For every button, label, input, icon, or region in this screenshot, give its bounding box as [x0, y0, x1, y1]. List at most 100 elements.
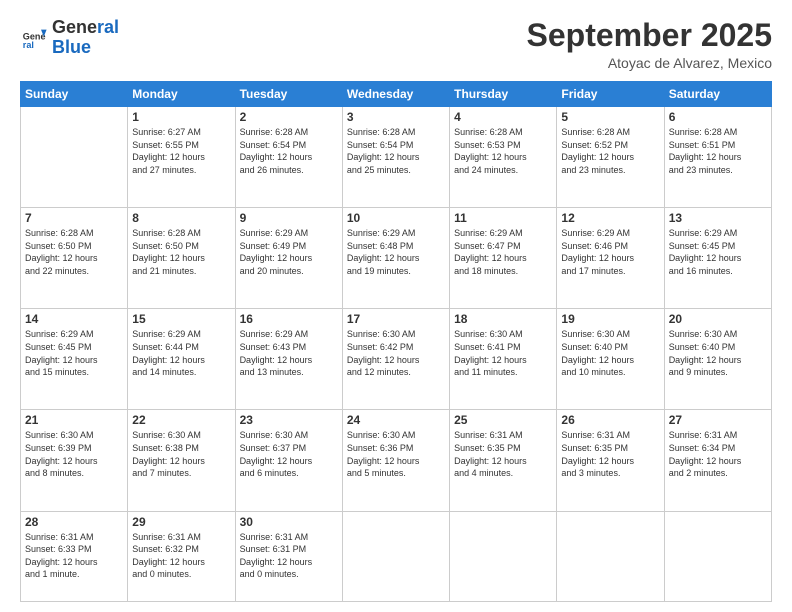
calendar-cell: 30 Sunrise: 6:31 AM Sunset: 6:31 PM Dayli…	[235, 511, 342, 602]
day-info: Sunrise: 6:31 AM Sunset: 6:34 PM Dayligh…	[669, 429, 767, 479]
day-info: Sunrise: 6:28 AM Sunset: 6:52 PM Dayligh…	[561, 126, 659, 176]
day-number: 20	[669, 312, 767, 326]
calendar-cell: 22 Sunrise: 6:30 AM Sunset: 6:38 PM Dayli…	[128, 410, 235, 511]
week-row-2: 7 Sunrise: 6:28 AM Sunset: 6:50 PM Daylig…	[21, 208, 772, 309]
calendar-cell: 7 Sunrise: 6:28 AM Sunset: 6:50 PM Daylig…	[21, 208, 128, 309]
calendar-cell: 20 Sunrise: 6:30 AM Sunset: 6:40 PM Dayli…	[664, 309, 771, 410]
day-info: Sunrise: 6:28 AM Sunset: 6:54 PM Dayligh…	[240, 126, 338, 176]
day-number: 8	[132, 211, 230, 225]
day-info: Sunrise: 6:30 AM Sunset: 6:40 PM Dayligh…	[669, 328, 767, 378]
day-info: Sunrise: 6:29 AM Sunset: 6:45 PM Dayligh…	[25, 328, 123, 378]
weekday-header-row: SundayMondayTuesdayWednesdayThursdayFrid…	[21, 82, 772, 107]
day-number: 4	[454, 110, 552, 124]
day-number: 29	[132, 515, 230, 529]
month-title: September 2025	[527, 18, 772, 53]
week-row-1: 1Sunrise: 6:27 AM Sunset: 6:55 PM Daylig…	[21, 107, 772, 208]
day-number: 12	[561, 211, 659, 225]
calendar-cell: 14 Sunrise: 6:29 AM Sunset: 6:45 PM Dayli…	[21, 309, 128, 410]
calendar-cell: 8 Sunrise: 6:28 AM Sunset: 6:50 PM Daylig…	[128, 208, 235, 309]
day-number: 7	[25, 211, 123, 225]
day-info: Sunrise: 6:28 AM Sunset: 6:54 PM Dayligh…	[347, 126, 445, 176]
day-number: 5	[561, 110, 659, 124]
calendar-cell: 2 Sunrise: 6:28 AM Sunset: 6:54 PM Daylig…	[235, 107, 342, 208]
calendar-cell: 12 Sunrise: 6:29 AM Sunset: 6:46 PM Dayli…	[557, 208, 664, 309]
day-number: 2	[240, 110, 338, 124]
day-info: Sunrise: 6:31 AM Sunset: 6:33 PM Dayligh…	[25, 531, 123, 581]
day-number: 24	[347, 413, 445, 427]
weekday-header-friday: Friday	[557, 82, 664, 107]
day-number: 25	[454, 413, 552, 427]
calendar-cell: 25 Sunrise: 6:31 AM Sunset: 6:35 PM Dayli…	[450, 410, 557, 511]
weekday-header-wednesday: Wednesday	[342, 82, 449, 107]
calendar-cell: 29 Sunrise: 6:31 AM Sunset: 6:32 PM Dayli…	[128, 511, 235, 602]
title-block: September 2025 Atoyac de Alvarez, Mexico	[527, 18, 772, 71]
day-info: Sunrise: 6:29 AM Sunset: 6:45 PM Dayligh…	[669, 227, 767, 277]
calendar-cell: 26Sunrise: 6:31 AM Sunset: 6:35 PM Dayli…	[557, 410, 664, 511]
day-info: Sunrise: 6:30 AM Sunset: 6:41 PM Dayligh…	[454, 328, 552, 378]
day-number: 10	[347, 211, 445, 225]
calendar-cell	[557, 511, 664, 602]
logo-icon: Gene ral	[20, 24, 48, 52]
day-info: Sunrise: 6:31 AM Sunset: 6:32 PM Dayligh…	[132, 531, 230, 581]
day-info: Sunrise: 6:29 AM Sunset: 6:47 PM Dayligh…	[454, 227, 552, 277]
day-info: Sunrise: 6:31 AM Sunset: 6:31 PM Dayligh…	[240, 531, 338, 581]
day-info: Sunrise: 6:30 AM Sunset: 6:42 PM Dayligh…	[347, 328, 445, 378]
day-info: Sunrise: 6:30 AM Sunset: 6:38 PM Dayligh…	[132, 429, 230, 479]
day-info: Sunrise: 6:29 AM Sunset: 6:49 PM Dayligh…	[240, 227, 338, 277]
day-number: 16	[240, 312, 338, 326]
calendar-cell: 19 Sunrise: 6:30 AM Sunset: 6:40 PM Dayli…	[557, 309, 664, 410]
day-info: Sunrise: 6:28 AM Sunset: 6:53 PM Dayligh…	[454, 126, 552, 176]
calendar-cell: 28 Sunrise: 6:31 AM Sunset: 6:33 PM Dayli…	[21, 511, 128, 602]
day-info: Sunrise: 6:28 AM Sunset: 6:51 PM Dayligh…	[669, 126, 767, 176]
calendar-cell	[21, 107, 128, 208]
location: Atoyac de Alvarez, Mexico	[527, 55, 772, 71]
day-info: Sunrise: 6:28 AM Sunset: 6:50 PM Dayligh…	[132, 227, 230, 277]
day-number: 17	[347, 312, 445, 326]
calendar-cell: 21Sunrise: 6:30 AM Sunset: 6:39 PM Dayli…	[21, 410, 128, 511]
calendar: SundayMondayTuesdayWednesdayThursdayFrid…	[20, 81, 772, 602]
calendar-cell: 18 Sunrise: 6:30 AM Sunset: 6:41 PM Dayli…	[450, 309, 557, 410]
week-row-5: 28 Sunrise: 6:31 AM Sunset: 6:33 PM Dayli…	[21, 511, 772, 602]
day-number: 3	[347, 110, 445, 124]
calendar-cell: 15Sunrise: 6:29 AM Sunset: 6:44 PM Dayli…	[128, 309, 235, 410]
calendar-cell: 1Sunrise: 6:27 AM Sunset: 6:55 PM Daylig…	[128, 107, 235, 208]
day-info: Sunrise: 6:28 AM Sunset: 6:50 PM Dayligh…	[25, 227, 123, 277]
week-row-4: 21Sunrise: 6:30 AM Sunset: 6:39 PM Dayli…	[21, 410, 772, 511]
calendar-cell	[664, 511, 771, 602]
calendar-cell: 27Sunrise: 6:31 AM Sunset: 6:34 PM Dayli…	[664, 410, 771, 511]
week-row-3: 14 Sunrise: 6:29 AM Sunset: 6:45 PM Dayli…	[21, 309, 772, 410]
day-number: 18	[454, 312, 552, 326]
weekday-header-sunday: Sunday	[21, 82, 128, 107]
calendar-cell: 17 Sunrise: 6:30 AM Sunset: 6:42 PM Dayli…	[342, 309, 449, 410]
calendar-cell	[342, 511, 449, 602]
day-info: Sunrise: 6:30 AM Sunset: 6:36 PM Dayligh…	[347, 429, 445, 479]
day-number: 28	[25, 515, 123, 529]
day-number: 22	[132, 413, 230, 427]
calendar-cell: 23 Sunrise: 6:30 AM Sunset: 6:37 PM Dayli…	[235, 410, 342, 511]
calendar-cell: 10Sunrise: 6:29 AM Sunset: 6:48 PM Dayli…	[342, 208, 449, 309]
day-number: 9	[240, 211, 338, 225]
day-info: Sunrise: 6:30 AM Sunset: 6:40 PM Dayligh…	[561, 328, 659, 378]
day-number: 30	[240, 515, 338, 529]
day-number: 23	[240, 413, 338, 427]
calendar-cell: 5 Sunrise: 6:28 AM Sunset: 6:52 PM Daylig…	[557, 107, 664, 208]
calendar-cell: 13Sunrise: 6:29 AM Sunset: 6:45 PM Dayli…	[664, 208, 771, 309]
calendar-cell: 6 Sunrise: 6:28 AM Sunset: 6:51 PM Daylig…	[664, 107, 771, 208]
day-number: 6	[669, 110, 767, 124]
day-info: Sunrise: 6:29 AM Sunset: 6:43 PM Dayligh…	[240, 328, 338, 378]
weekday-header-thursday: Thursday	[450, 82, 557, 107]
day-number: 19	[561, 312, 659, 326]
weekday-header-monday: Monday	[128, 82, 235, 107]
day-number: 14	[25, 312, 123, 326]
calendar-cell: 9 Sunrise: 6:29 AM Sunset: 6:49 PM Daylig…	[235, 208, 342, 309]
day-info: Sunrise: 6:31 AM Sunset: 6:35 PM Dayligh…	[561, 429, 659, 479]
day-info: Sunrise: 6:29 AM Sunset: 6:46 PM Dayligh…	[561, 227, 659, 277]
logo: Gene ral General Blue	[20, 18, 119, 58]
calendar-cell	[450, 511, 557, 602]
day-info: Sunrise: 6:31 AM Sunset: 6:35 PM Dayligh…	[454, 429, 552, 479]
calendar-cell: 16 Sunrise: 6:29 AM Sunset: 6:43 PM Dayli…	[235, 309, 342, 410]
day-number: 11	[454, 211, 552, 225]
day-info: Sunrise: 6:30 AM Sunset: 6:39 PM Dayligh…	[25, 429, 123, 479]
header: Gene ral General Blue September 2025 Ato…	[20, 18, 772, 71]
day-info: Sunrise: 6:30 AM Sunset: 6:37 PM Dayligh…	[240, 429, 338, 479]
